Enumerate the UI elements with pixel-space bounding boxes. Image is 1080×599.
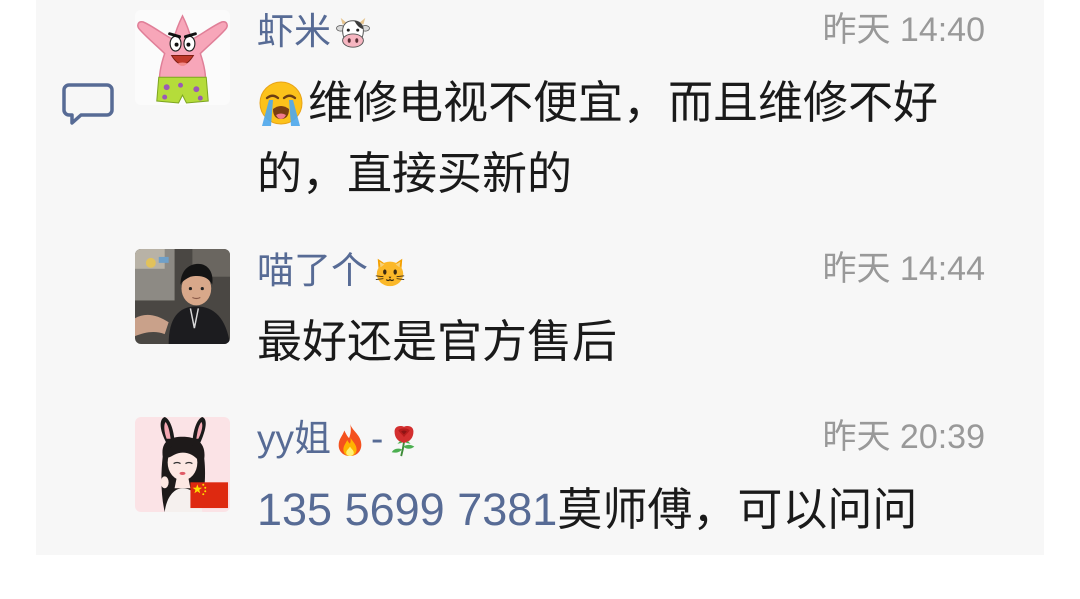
- comment-content: 虾米 昨天 14:40 维修电视不便宜，而且维修不好的，直接买新的: [257, 10, 985, 209]
- avatar[interactable]: [135, 249, 230, 344]
- comment-body: 维修电视不便宜，而且维修不好的，直接买新的: [257, 67, 957, 209]
- commenter-name[interactable]: 虾米: [257, 11, 370, 52]
- rose-emoji-icon: [392, 426, 415, 457]
- comment-time: 昨天 20:39: [822, 418, 985, 456]
- comment-time: 昨天 14:44: [822, 250, 985, 288]
- phone-number-link[interactable]: 135 5699 7381: [257, 484, 557, 535]
- comment-text: 莫师傅，可以问问: [557, 484, 918, 535]
- comment-body: 最好还是官方售后: [257, 306, 957, 377]
- cat-face-emoji-icon: [375, 258, 405, 287]
- comment-content: yy姐 - 昨天 20:39 135 5699 7381莫师傅，可以问问: [257, 417, 985, 545]
- comment-item[interactable]: 喵了个 昨天 14:44 最好还是官方售后: [135, 249, 985, 377]
- patrick-star-avatar-icon: [135, 10, 230, 105]
- commenter-name-text: 虾米: [257, 11, 331, 52]
- commenter-name[interactable]: 喵了个: [257, 250, 407, 291]
- bunny-ears-girl-avatar-icon: [135, 417, 230, 512]
- comments-panel: 虾米 昨天 14:40 维修电视不便宜，而且维修不好的，直接买新的 喵了个 昨天…: [36, 0, 1044, 555]
- china-flag-icon: [190, 482, 229, 509]
- comment-text: 维修电视不便宜，而且维修不好的，直接买新的: [257, 77, 939, 199]
- comment-content: 喵了个 昨天 14:44 最好还是官方售后: [257, 249, 985, 377]
- comment-header: yy姐 - 昨天 20:39: [257, 417, 985, 463]
- child-photo-avatar-icon: [135, 249, 230, 344]
- commenter-name-text: 喵了个: [257, 250, 368, 291]
- comment-body: 135 5699 7381莫师傅，可以问问: [257, 474, 957, 545]
- commenter-name-text: yy姐: [257, 418, 331, 459]
- loudly-crying-face-emoji-icon: [259, 81, 303, 126]
- avatar[interactable]: [135, 10, 230, 105]
- fire-emoji-icon: [338, 423, 362, 457]
- comment-header: 虾米 昨天 14:40: [257, 10, 985, 56]
- avatar[interactable]: [135, 417, 230, 512]
- comment-header: 喵了个 昨天 14:44: [257, 249, 985, 295]
- name-separator: -: [371, 418, 384, 459]
- comment-list: 虾米 昨天 14:40 维修电视不便宜，而且维修不好的，直接买新的 喵了个 昨天…: [135, 10, 985, 545]
- cow-face-emoji-icon: [336, 17, 370, 48]
- comment-item[interactable]: 虾米 昨天 14:40 维修电视不便宜，而且维修不好的，直接买新的: [135, 10, 985, 209]
- comment-time: 昨天 14:40: [822, 11, 985, 49]
- comment-item[interactable]: yy姐 - 昨天 20:39 135 5699 7381莫师傅，可以问问: [135, 417, 985, 545]
- commenter-name[interactable]: yy姐 -: [257, 418, 421, 459]
- comment-bubble-icon[interactable]: [62, 82, 114, 126]
- comment-text: 最好还是官方售后: [257, 316, 618, 367]
